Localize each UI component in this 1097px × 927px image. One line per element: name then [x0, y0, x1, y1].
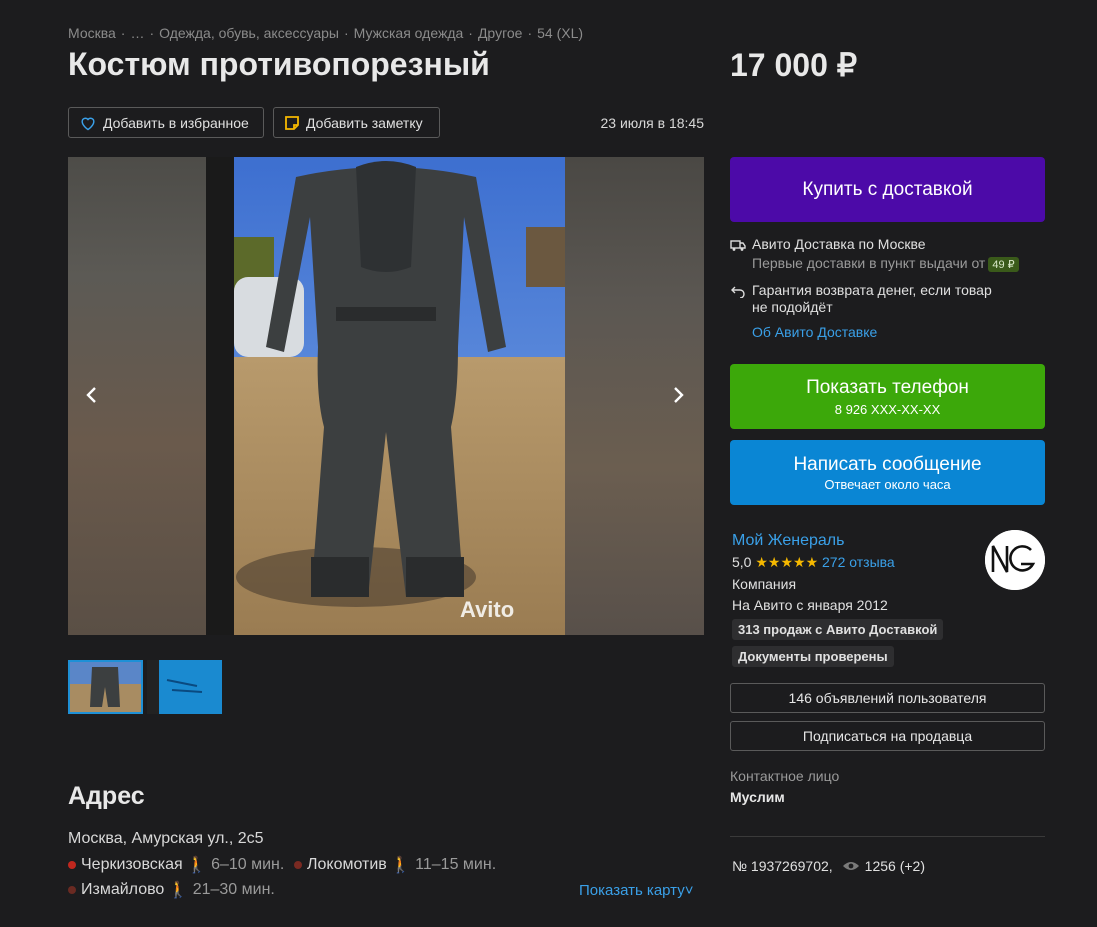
address-heading: Адрес — [68, 782, 145, 810]
add-note-button[interactable]: Добавить заметку — [273, 107, 440, 138]
show-map-link[interactable]: Показать карту˅ — [579, 882, 693, 899]
breadcrumb: Москва ·… · Одежда, обувь, аксессуары · Мужск… — [68, 25, 584, 41]
contact-name: Муслим — [730, 789, 785, 805]
return-icon — [731, 286, 745, 298]
show-phone-button[interactable]: Показать телефон 8 926 XXX-XX-XX — [730, 364, 1045, 429]
breadcrumb-item[interactable]: Другое — [478, 25, 522, 41]
chevron-right-icon[interactable] — [666, 383, 690, 407]
seller-since: На Авито с января 2012 — [732, 597, 888, 613]
delivery-title: Авито Доставка по Москве — [752, 236, 926, 252]
chevron-down-icon: ˅ — [684, 882, 694, 899]
metro-station: Черкизовская 🚶 6–10 мин. — [68, 855, 284, 875]
seller-info: Мой Женераль 5,0 ★★★★★ 272 отзыва Компан… — [732, 532, 944, 667]
breadcrumb-item[interactable]: Москва — [68, 25, 116, 41]
breadcrumb-item[interactable]: 54 (XL) — [537, 25, 583, 41]
photo-gallery[interactable]: Avito — [68, 157, 704, 635]
about-delivery-link[interactable]: Об Авито Доставке — [752, 324, 992, 340]
listing-meta: № 1937269702, 1256 (+2) — [732, 858, 925, 874]
add-favorite-button[interactable]: Добавить в избранное — [68, 107, 264, 138]
star-icon: ★★★★★ — [755, 554, 819, 570]
thumbnail-2[interactable] — [147, 660, 222, 714]
delivery-info: Авито Доставка по Москве Первые доставки… — [730, 236, 1019, 340]
avito-watermark: Avito — [460, 597, 515, 622]
main-photo[interactable]: Avito — [206, 157, 565, 635]
seller-logo-icon — [985, 530, 1045, 590]
walk-icon: 🚶 — [390, 857, 411, 874]
metro-line-dot — [68, 861, 76, 869]
show-map-label: Показать карту — [579, 882, 685, 899]
add-note-label: Добавить заметку — [306, 114, 423, 131]
view-count: 1256 (+2) — [864, 858, 925, 874]
documents-chip: Документы проверены — [732, 646, 894, 667]
metro-walk-time: 21–30 мин. — [192, 881, 275, 898]
seller-name[interactable]: Мой Женераль — [732, 532, 943, 550]
metro-station: Локомотив 🚶 11–15 мин. — [294, 855, 496, 875]
subscribe-seller-button[interactable]: Подписаться на продавца — [730, 721, 1045, 751]
divider — [730, 836, 1045, 837]
seller-avatar[interactable] — [985, 530, 1045, 590]
breadcrumb-item[interactable]: Одежда, обувь, аксессуары — [159, 25, 339, 41]
show-phone-label: Показать телефон — [806, 376, 969, 398]
write-message-button[interactable]: Написать сообщение Отвечает около часа — [730, 440, 1045, 505]
breadcrumb-item[interactable]: … — [130, 25, 144, 41]
delivery-price-badge: 49 ₽ — [988, 257, 1019, 272]
address-text: Москва, Амурская ул., 2с5 — [68, 830, 264, 847]
breadcrumb-item[interactable]: Мужская одежда — [354, 25, 464, 41]
contact-label: Контактное лицо — [730, 768, 840, 784]
metro-station: Измайлово 🚶 21–30 мин. — [68, 880, 275, 900]
walk-icon: 🚶 — [168, 882, 189, 899]
write-message-label: Написать сообщение — [793, 453, 982, 475]
publish-date: 23 июля в 18:45 — [600, 115, 704, 131]
metro-station-name: Черкизовская — [81, 856, 183, 873]
metro-line-dot — [68, 886, 76, 894]
delivery-subtitle: Первые доставки в пункт выдачи от — [752, 255, 986, 271]
sales-chip: 313 продаж с Авито Доставкой — [732, 619, 944, 640]
suit-photo-image — [206, 157, 565, 635]
add-favorite-label: Добавить в избранное — [103, 114, 249, 131]
price: 17 000 ₽ — [730, 47, 858, 83]
listing-id: № 1937269702, — [732, 858, 833, 874]
seller-rating: 5,0 — [732, 554, 752, 570]
reviews-link[interactable]: 272 отзыва — [822, 554, 895, 570]
metro-station-name: Измайлово — [81, 881, 165, 898]
metro-walk-time: 6–10 мин. — [211, 856, 285, 873]
user-ads-button[interactable]: 146 объявлений пользователя — [730, 683, 1045, 713]
metro-line-dot — [294, 861, 302, 869]
buy-with-delivery-button[interactable]: Купить с доставкой — [730, 157, 1045, 222]
buy-label: Купить с доставкой — [802, 178, 973, 200]
truck-icon — [730, 240, 746, 251]
metro-station-name: Локомотив — [307, 856, 387, 873]
metro-walk-time: 11–15 мин. — [415, 856, 497, 873]
page-title: Костюм противопорезный — [68, 46, 490, 82]
thumbnail-1[interactable] — [68, 660, 143, 714]
note-icon — [285, 115, 299, 130]
heart-icon — [81, 117, 95, 130]
seller-type: Компания — [732, 576, 797, 592]
eye-icon — [842, 862, 859, 870]
guarantee-text-line1: Гарантия возврата денег, если товар — [752, 282, 992, 298]
response-time: Отвечает около часа — [824, 476, 951, 492]
guarantee-text-line2: не подойдёт — [752, 299, 833, 315]
walk-icon: 🚶 — [186, 857, 207, 874]
chevron-left-icon[interactable] — [80, 383, 104, 407]
phone-number: 8 926 XXX-XX-XX — [834, 401, 941, 417]
